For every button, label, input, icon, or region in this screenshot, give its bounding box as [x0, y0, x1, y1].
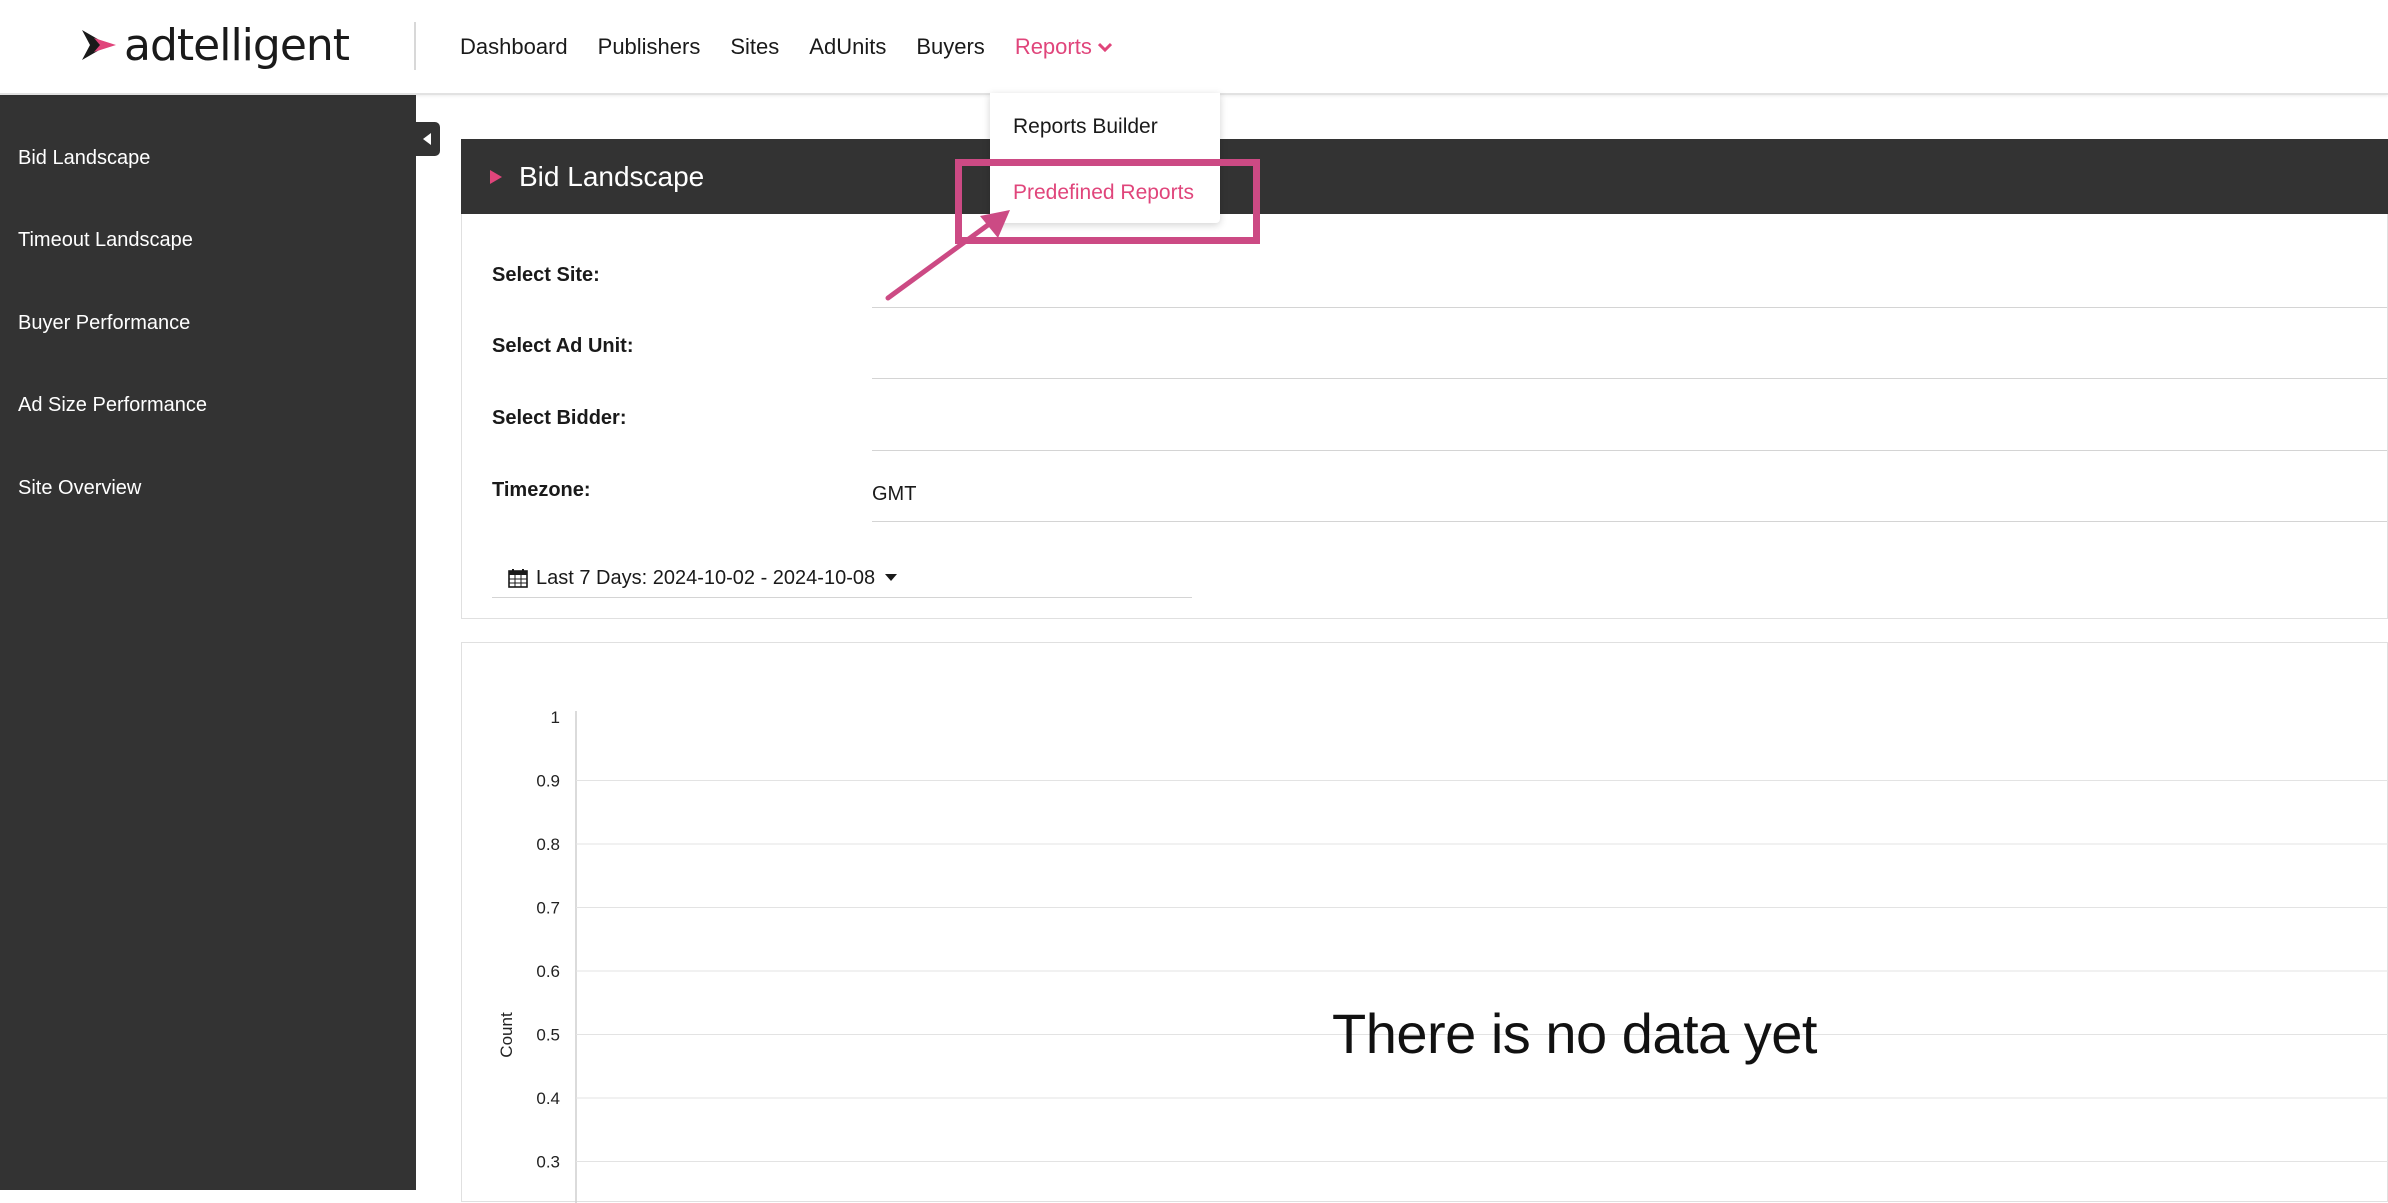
timezone-label: Timezone: [492, 479, 591, 501]
top-separator [414, 22, 416, 70]
y-tick-label: 1 [551, 708, 560, 727]
main-nav: Dashboard Publishers Sites AdUnits Buyer… [460, 0, 1142, 93]
nav-sites[interactable]: Sites [730, 34, 779, 60]
panel-title: Bid Landscape [519, 160, 705, 192]
nav-publishers[interactable]: Publishers [598, 34, 701, 60]
empty-chart-message: There is no data yet [1332, 1002, 1817, 1065]
caret-left-icon [423, 133, 431, 145]
chart: 1 0.9 0.8 0.7 0.6 0.5 0.4 0.3 Count [497, 708, 2388, 1203]
nav-reports-label: Reports [1014, 33, 1092, 59]
nav-reports[interactable]: Reports [1015, 34, 1112, 60]
logo-text: adtelligent [124, 19, 350, 71]
chart-container: 1 0.9 0.8 0.7 0.6 0.5 0.4 0.3 Count There is no … [461, 642, 2388, 1203]
timezone-value[interactable]: GMT [872, 483, 916, 506]
menu-item-reports-builder[interactable]: Reports Builder [1013, 115, 1158, 139]
select-site-field[interactable] [872, 307, 2387, 308]
nav-dashboard[interactable]: Dashboard [460, 34, 568, 60]
panel-header[interactable]: Bid Landscape [461, 139, 2388, 214]
select-adunit-field[interactable] [872, 378, 2387, 379]
caret-right-icon [490, 169, 502, 184]
date-range-picker[interactable]: Last 7 Days: 2024-10-02 - 2024-10-08 [492, 559, 1192, 598]
reports-dropdown-menu: Reports Builder Predefined Reports [990, 93, 1220, 223]
sidebar-item-buyer-performance[interactable]: Buyer Performance [18, 312, 190, 335]
y-tick-label: 0.4 [536, 1089, 560, 1108]
select-adunit-label: Select Ad Unit: [492, 335, 634, 357]
y-tick-label: 0.3 [536, 1153, 560, 1172]
date-range-text: Last 7 Days: 2024-10-02 - 2024-10-08 [536, 566, 876, 589]
sidebar-item-ad-size-performance[interactable]: Ad Size Performance [18, 394, 207, 417]
top-bar: adtelligent Dashboard Publishers Sites A… [0, 0, 2388, 95]
sidebar-item-timeout-landscape[interactable]: Timeout Landscape [18, 229, 193, 252]
select-bidder-label: Select Bidder: [492, 407, 627, 429]
filters-panel: Select Site: Select Ad Unit: Select Bidd… [461, 214, 2388, 619]
y-tick-label: 0.9 [536, 772, 560, 791]
select-site-label: Select Site: [492, 264, 600, 286]
sidebar-item-site-overview[interactable]: Site Overview [18, 477, 141, 500]
nav-adunits[interactable]: AdUnits [809, 34, 886, 60]
select-bidder-field[interactable] [872, 450, 2387, 451]
menu-item-predefined-reports[interactable]: Predefined Reports [1013, 181, 1194, 205]
y-tick-label: 0.8 [536, 835, 560, 854]
sidebar: Bid Landscape Timeout Landscape Buyer Pe… [0, 95, 416, 1190]
logo[interactable]: adtelligent [82, 19, 350, 71]
sidebar-collapse-button[interactable] [414, 122, 440, 156]
y-axis-label: Count [497, 1012, 516, 1058]
caret-down-icon [885, 574, 898, 581]
y-tick-label: 0.5 [536, 1026, 560, 1045]
sidebar-item-bid-landscape[interactable]: Bid Landscape [18, 147, 150, 170]
logo-mark-icon [82, 30, 116, 60]
calendar-icon [508, 569, 528, 588]
nav-buyers[interactable]: Buyers [916, 34, 984, 60]
timezone-field-line [872, 521, 2387, 522]
y-tick-label: 0.7 [536, 899, 560, 918]
y-tick-label: 0.6 [536, 962, 560, 981]
chevron-down-icon [1097, 42, 1112, 52]
